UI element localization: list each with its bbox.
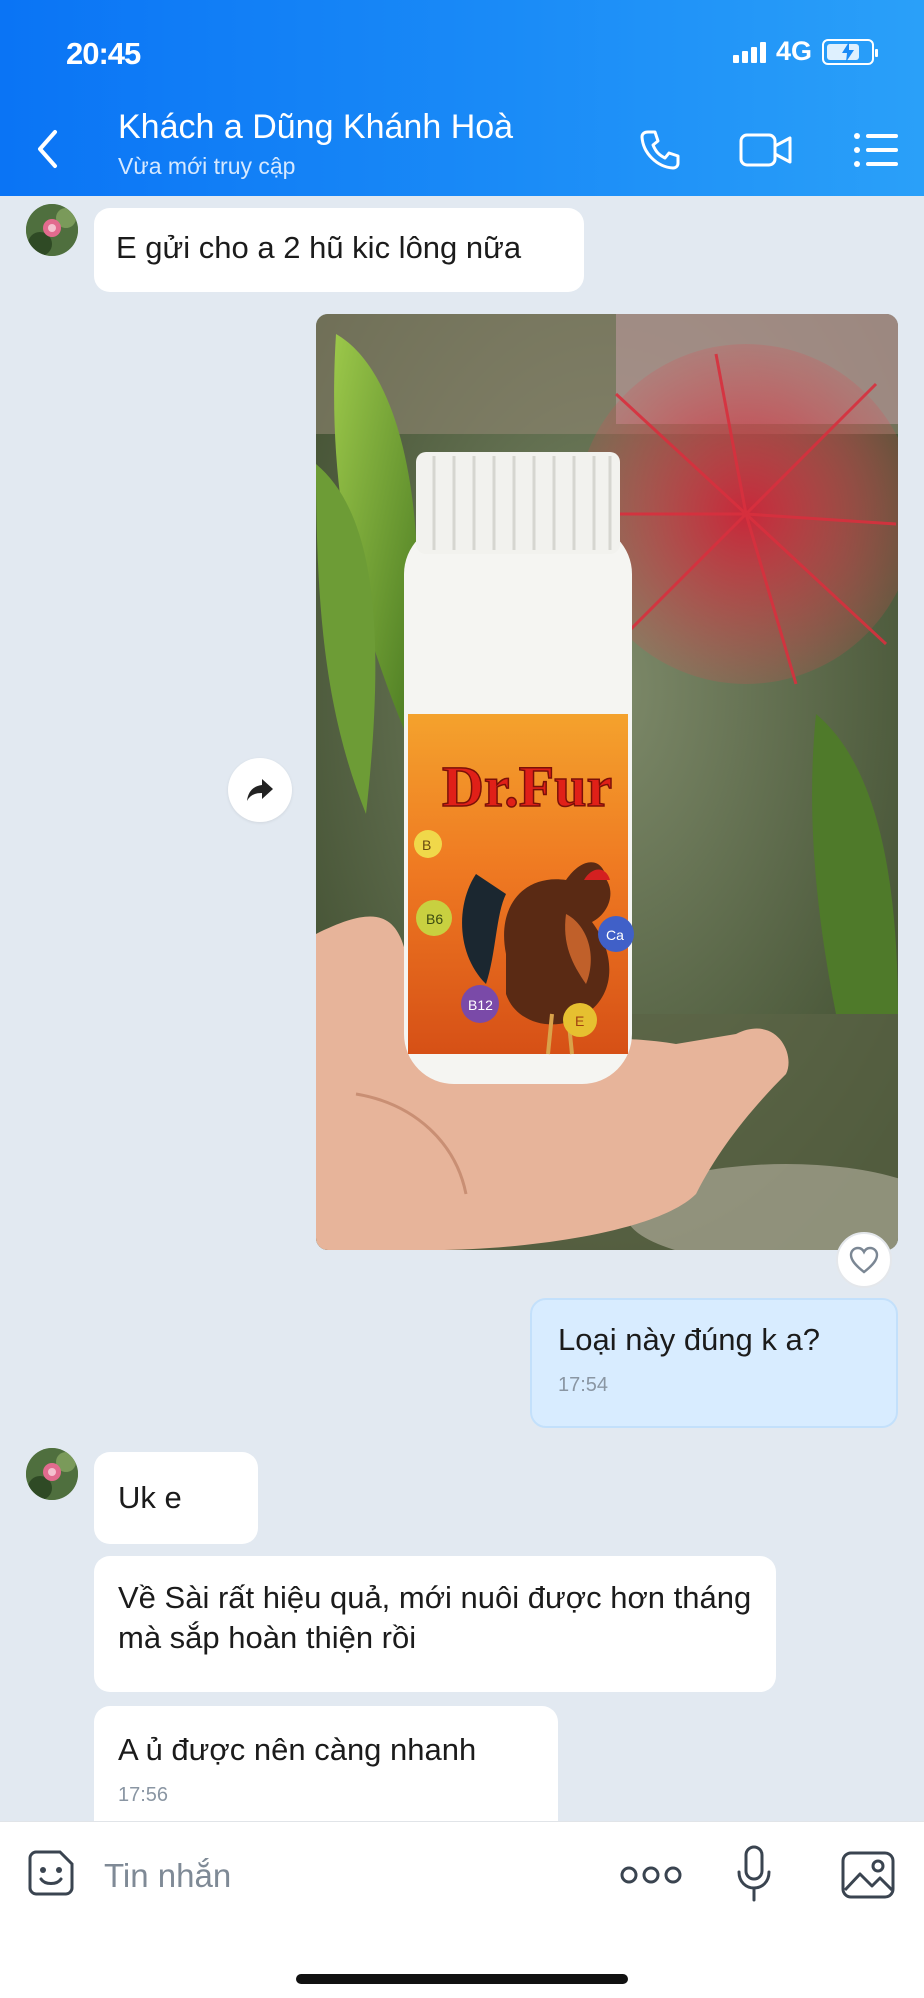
flower-avatar-image bbox=[26, 1448, 78, 1500]
composer-bar bbox=[0, 1821, 924, 1998]
outgoing-message[interactable]: Loại này đúng k a? 17:54 bbox=[530, 1298, 898, 1428]
message-text: Loại này đúng k a? bbox=[558, 1322, 820, 1357]
vitamin-label: B6 bbox=[426, 911, 443, 927]
message-time: 17:56 bbox=[118, 1784, 169, 1807]
back-button[interactable] bbox=[28, 124, 68, 174]
vitamin-label: E bbox=[575, 1013, 584, 1029]
signal-icon bbox=[732, 41, 766, 63]
message-text: Uk e bbox=[118, 1480, 182, 1515]
status-time: 20:45 bbox=[66, 36, 141, 71]
contact-name: Khách a Dũng Khánh Hoà bbox=[118, 108, 514, 146]
list-menu-icon bbox=[854, 133, 898, 167]
contact-avatar[interactable] bbox=[26, 204, 78, 256]
incoming-message[interactable]: A ủ được nên càng nhanh 17:56 bbox=[94, 1706, 558, 1821]
chevron-left-icon bbox=[38, 130, 57, 168]
more-dots-icon bbox=[620, 1866, 682, 1884]
call-button[interactable] bbox=[632, 122, 688, 178]
image-gallery-icon bbox=[841, 1851, 895, 1899]
image-picker-button[interactable] bbox=[840, 1850, 896, 1900]
phone-icon bbox=[640, 130, 680, 170]
menu-button[interactable] bbox=[848, 122, 904, 178]
flower-avatar-image bbox=[26, 204, 78, 256]
chat-header: 20:45 4G Khách a Dũng Khánh Hoà Vừa mới … bbox=[0, 0, 924, 196]
sticker-smile-icon bbox=[28, 1850, 74, 1896]
contact-status: Vừa mới truy cập bbox=[118, 153, 296, 179]
message-time: 17:54 bbox=[558, 1374, 609, 1397]
more-options-button[interactable] bbox=[620, 1860, 682, 1890]
photo-message[interactable]: Dr.Fur B B6 Ca B12 E bbox=[316, 314, 898, 1250]
message-text: Về Sài rất hiệu quả, mới nuôi được hơn t… bbox=[118, 1580, 752, 1656]
vitamin-label: Ca bbox=[606, 927, 624, 943]
message-list[interactable]: E gửi cho a 2 hũ kic lông nữa Dr.Fur B B… bbox=[0, 196, 924, 1821]
chat-title[interactable]: Khách a Dũng Khánh Hoà Vừa mới truy cập bbox=[118, 108, 513, 180]
network-type: 4G bbox=[775, 36, 812, 66]
status-indicators: 4G bbox=[732, 36, 878, 67]
forward-button[interactable] bbox=[228, 758, 292, 822]
message-input[interactable] bbox=[104, 1854, 524, 1898]
voice-record-button[interactable] bbox=[736, 1844, 772, 1904]
incoming-message[interactable]: E gửi cho a 2 hũ kic lông nữa bbox=[94, 208, 584, 292]
forward-arrow-icon bbox=[247, 779, 273, 801]
battery-icon bbox=[822, 38, 878, 65]
contact-avatar[interactable] bbox=[26, 1448, 78, 1500]
product-photo: Dr.Fur B B6 Ca B12 E bbox=[316, 314, 898, 1250]
product-brand-text: Dr.Fur bbox=[442, 754, 612, 819]
video-call-button[interactable] bbox=[738, 122, 794, 178]
react-heart-button[interactable] bbox=[836, 1232, 892, 1288]
home-indicator bbox=[296, 1974, 628, 1984]
microphone-icon bbox=[737, 1845, 771, 1902]
emoji-button[interactable] bbox=[26, 1848, 76, 1898]
message-text: E gửi cho a 2 hũ kic lông nữa bbox=[116, 230, 522, 265]
vitamin-label: B bbox=[422, 837, 431, 853]
incoming-message[interactable]: Uk e bbox=[94, 1452, 258, 1544]
heart-icon bbox=[849, 1246, 879, 1274]
message-text: A ủ được nên càng nhanh bbox=[118, 1732, 477, 1767]
vitamin-label: B12 bbox=[468, 997, 493, 1013]
video-camera-icon bbox=[739, 133, 792, 167]
incoming-message[interactable]: Về Sài rất hiệu quả, mới nuôi được hơn t… bbox=[94, 1556, 776, 1692]
